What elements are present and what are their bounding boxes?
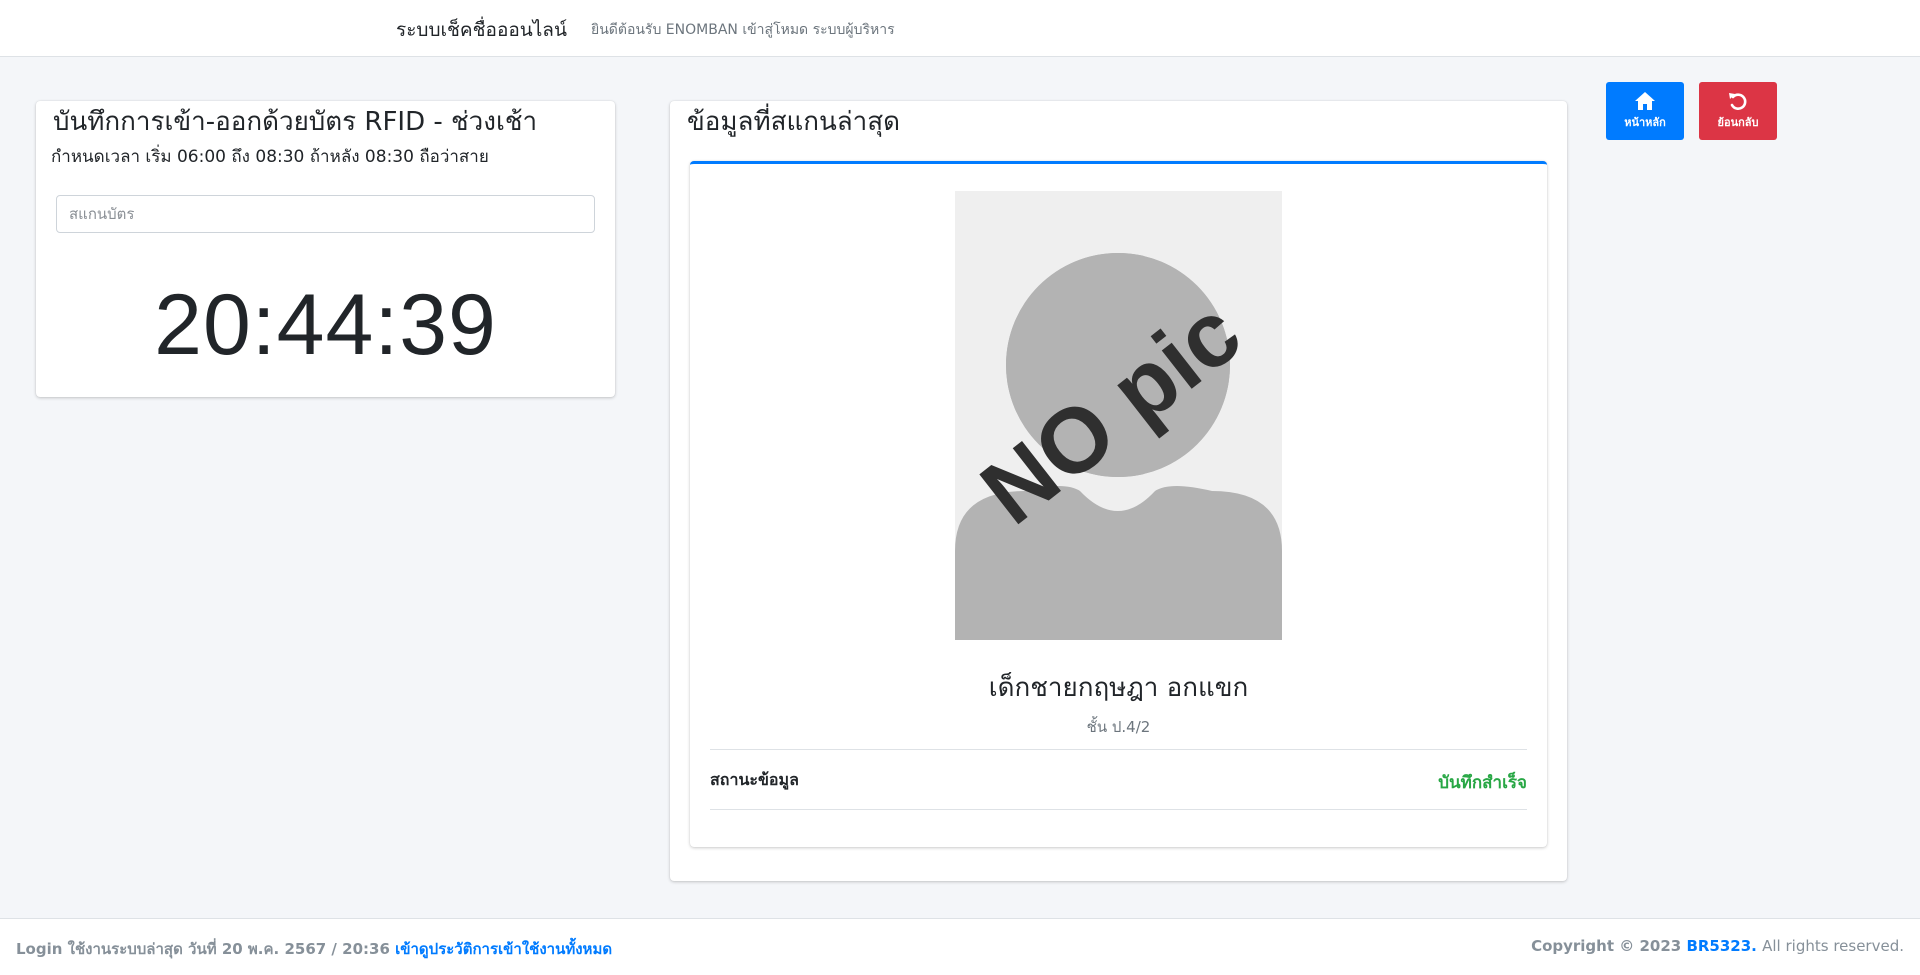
undo-icon bbox=[1729, 93, 1747, 110]
student-name: เด็กชายกฤษฎา อกแขก bbox=[988, 673, 1249, 703]
back-button-label: ย้อนกลับ bbox=[1717, 116, 1759, 129]
back-button[interactable]: ย้อนกลับ bbox=[1699, 82, 1777, 140]
status-label: สถานะข้อมูล bbox=[710, 770, 799, 789]
card-scan-input[interactable] bbox=[56, 195, 595, 233]
brand-link[interactable]: BR5323. bbox=[1686, 937, 1756, 955]
app-brand[interactable]: ระบบเช็คชื่อออนไลน์ bbox=[396, 15, 567, 45]
rfid-scan-card: บันทึกการเข้า-ออกด้วยบัตร RFID - ช่วงเช้… bbox=[36, 101, 615, 397]
top-navbar: ระบบเช็คชื่อออนไลน์ ยินดีต้อนรับ ENOMBAN… bbox=[0, 0, 1920, 57]
scan-card-title: บันทึกการเข้า-ออกด้วยบัตร RFID - ช่วงเช้… bbox=[53, 107, 538, 137]
student-photo-placeholder: NO pic bbox=[955, 191, 1282, 640]
rights-text: All rights reserved. bbox=[1762, 937, 1904, 955]
no-pic-image: NO pic bbox=[955, 191, 1282, 640]
copyright-text: Copyright © 2023 bbox=[1531, 937, 1682, 955]
last-login-info: Login ใช้งานระบบล่าสุด วันที่ 20 พ.ค. 25… bbox=[16, 937, 612, 961]
student-profile-card: NO pic เด็กชายกฤษฎา อกแขก ชั้น ป.4/2 สถา… bbox=[690, 161, 1547, 847]
divider bbox=[710, 749, 1527, 750]
status-value: บันทึกสำเร็จ bbox=[1438, 773, 1527, 793]
live-clock: 20:44:39 bbox=[154, 277, 497, 373]
divider bbox=[710, 809, 1527, 810]
copyright: Copyright © 2023 BR5323. All rights rese… bbox=[1531, 937, 1904, 955]
welcome-text: ยินดีต้อนรับ ENOMBAN เข้าสู่โหมด ระบบผู้… bbox=[591, 22, 895, 38]
latest-scan-card: ข้อมูลที่สแกนล่าสุด NO pic เด็กชายกฤษฎา … bbox=[670, 101, 1567, 881]
last-login-text: Login ใช้งานระบบล่าสุด วันที่ 20 พ.ค. 25… bbox=[16, 940, 390, 958]
home-button-label: หน้าหลัก bbox=[1624, 116, 1666, 129]
page-footer: Login ใช้งานระบบล่าสุด วันที่ 20 พ.ค. 25… bbox=[0, 918, 1920, 975]
latest-scan-title: ข้อมูลที่สแกนล่าสุด bbox=[687, 107, 901, 137]
home-button[interactable]: หน้าหลัก bbox=[1606, 82, 1684, 140]
scan-time-rule: กำหนดเวลา เริ่ม 06:00 ถึง 08:30 ถ้าหลัง … bbox=[51, 147, 489, 167]
home-icon bbox=[1635, 92, 1655, 110]
student-class: ชั้น ป.4/2 bbox=[1086, 718, 1151, 736]
login-history-link[interactable]: เข้าดูประวัติการเข้าใช้งานทั้งหมด bbox=[395, 940, 612, 958]
